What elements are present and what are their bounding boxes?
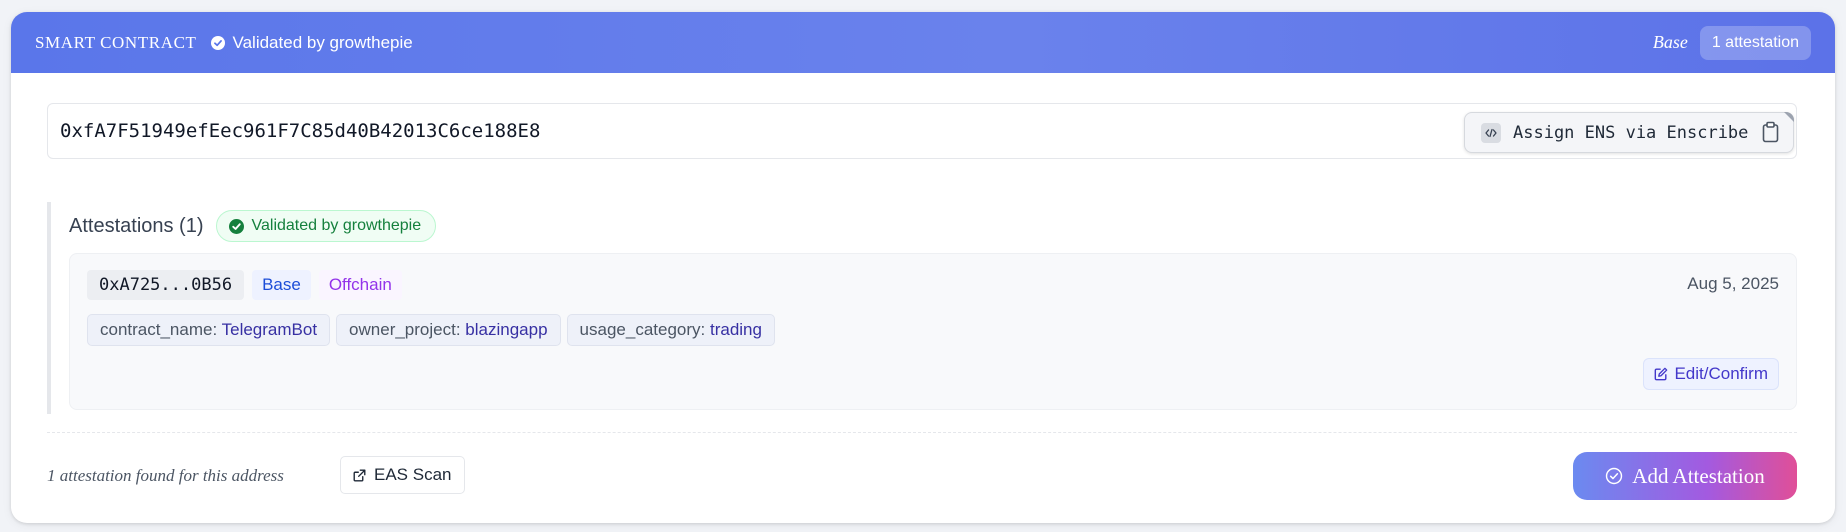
header-validated-label: Validated by growthepie [232, 32, 413, 52]
tag-contract-name: contract_name: TelegramBot [87, 314, 331, 346]
address-field: 0xfA7F51949efEec961F7C85d40B42013C6ce188… [47, 103, 1797, 159]
contract-address[interactable]: 0xfA7F51949efEec961F7C85d40B42013C6ce188… [60, 120, 540, 142]
tag-key: usage_category: [579, 320, 706, 339]
tag-owner-project: owner_project: blazingapp [336, 314, 561, 346]
external-link-icon [353, 469, 366, 481]
tag-value: TelegramBot [221, 320, 318, 339]
tag-key: contract_name: [100, 320, 218, 339]
clipboard-icon[interactable] [1762, 121, 1780, 143]
attestation-date: Aug 5, 2025 [1687, 274, 1779, 293]
check-circle-icon [228, 218, 244, 234]
tag-usage-category: usage_category: trading [566, 314, 775, 346]
check-circle-icon [210, 35, 225, 50]
offchain-chip: Offchain [318, 270, 402, 300]
assign-ens-label: Assign ENS via Enscribe [1513, 122, 1749, 143]
edit-confirm-button[interactable]: Edit/Confirm [1643, 358, 1779, 390]
card-header: SMART CONTRACT Validated by growthepie B… [11, 12, 1835, 73]
edit-icon [1655, 367, 1668, 381]
attestation-count-badge: 1 attestation [1699, 25, 1811, 60]
assign-ens-button[interactable]: Assign ENS via Enscribe [1464, 112, 1794, 153]
attestations-section: Attestations (1) Validated by growthepie… [47, 202, 1797, 414]
attestation-found-text: 1 attestation found for this address [47, 466, 284, 485]
attestation-meta: 0xA725...0B56 Base Offchain [87, 270, 402, 300]
add-attestation-button[interactable]: Add Attestation [1573, 452, 1797, 500]
validated-badge: Validated by growthepie [215, 210, 437, 242]
eas-scan-label: EAS Scan [374, 465, 452, 484]
network-name: Base [1652, 32, 1688, 52]
validated-badge-label: Validated by growthepie [251, 217, 422, 234]
header-validated-status: Validated by growthepie [210, 32, 413, 53]
attestations-header: Attestations (1) Validated by growthepie [69, 210, 437, 242]
tag-value: blazingapp [465, 320, 548, 339]
edit-confirm-label: Edit/Confirm [1674, 364, 1768, 383]
footer-divider [47, 432, 1797, 433]
attestation-tags: contract_name: TelegramBot owner_project… [87, 314, 781, 346]
eas-scan-button[interactable]: EAS Scan [340, 456, 465, 494]
add-attestation-label: Add Attestation [1632, 463, 1765, 488]
attestations-title: Attestations (1) [69, 214, 204, 237]
check-circle-outline-icon [1606, 467, 1623, 485]
tag-key: owner_project: [349, 320, 461, 339]
network-chip: Base [252, 270, 311, 300]
smart-contract-card: SMART CONTRACT Validated by growthepie B… [11, 12, 1835, 523]
code-icon [1481, 122, 1501, 143]
card-title: SMART CONTRACT [35, 32, 197, 52]
header-right: Base 1 attestation [1652, 25, 1811, 60]
attestation-id[interactable]: 0xA725...0B56 [87, 270, 245, 300]
tag-value: trading [709, 320, 762, 339]
attestation-item: 0xA725...0B56 Base Offchain Aug 5, 2025 … [69, 253, 1797, 410]
